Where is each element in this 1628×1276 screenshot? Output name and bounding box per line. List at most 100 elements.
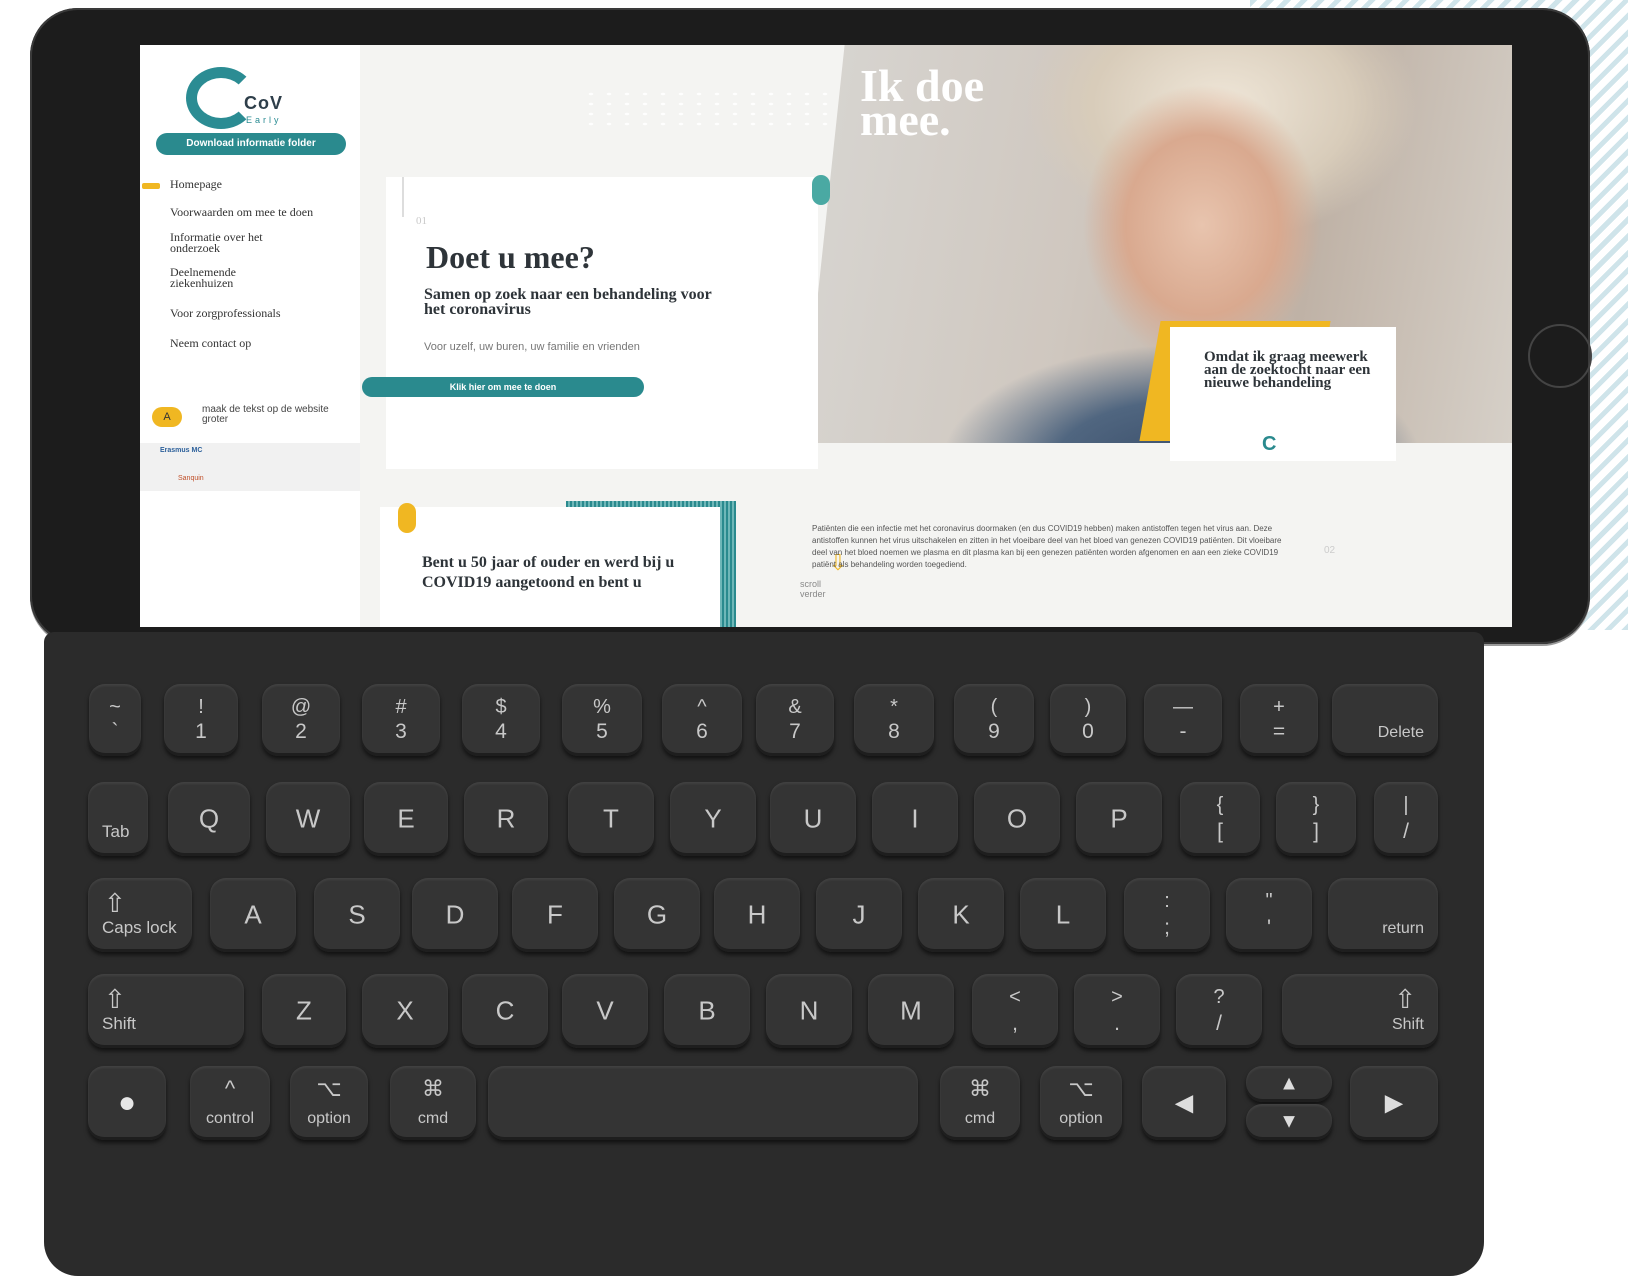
key-quote[interactable]: " ' [1226, 878, 1312, 952]
hero-photo-title: Ik doe mee. [860, 63, 984, 143]
nav-item-ziekenhuizen[interactable]: Deelnemende ziekenhuizen [140, 265, 280, 290]
key-tab[interactable]: Tab [88, 782, 148, 856]
nav-item-zorgprofessionals[interactable]: Voor zorgprofessionals [140, 307, 360, 319]
key-6[interactable]: ^ 6 [662, 684, 742, 756]
hero-card: 01 Doet u mee? Samen op zoek naar een be… [386, 177, 847, 599]
key-space[interactable] [488, 1066, 918, 1140]
key-y[interactable]: Y [670, 782, 756, 856]
key-right-bracket[interactable]: }] [1276, 782, 1356, 856]
key-8[interactable]: * 8 [854, 684, 934, 756]
key-backtick[interactable]: ~ ` [89, 684, 141, 756]
key-cmd-right[interactable]: ⌘ cmd [940, 1066, 1020, 1140]
key-backslash[interactable]: | / [1374, 782, 1438, 856]
key-h[interactable]: H [714, 878, 800, 952]
key-cmd-left[interactable]: ⌘ cmd [390, 1066, 476, 1140]
quote-logo-icon: C [1262, 433, 1277, 455]
eligibility-card: Bent u 50 jaar of ouder en werd bij u CO… [380, 503, 720, 627]
key-c[interactable]: C [462, 974, 548, 1048]
active-indicator [142, 183, 160, 189]
key-globe[interactable]: ● [88, 1066, 166, 1140]
key-k[interactable]: K [918, 878, 1004, 952]
logo-subtext: Early [246, 115, 282, 125]
quote-card: Omdat ik graag meewerk aan de zoektocht … [1170, 327, 1396, 461]
key-arrow-left[interactable]: ◀ [1142, 1066, 1226, 1140]
text-size-toggle[interactable]: A maak de tekst op de website groter [152, 405, 352, 435]
scroll-label: scroll verder [800, 579, 826, 599]
arrow-down-icon: ▼ [1279, 1110, 1299, 1133]
key-g[interactable]: G [614, 878, 700, 952]
key-q[interactable]: Q [168, 782, 250, 856]
home-button[interactable] [1528, 324, 1592, 388]
key-3[interactable]: #3 [362, 684, 440, 756]
key-shift-left[interactable]: ⇧ Shift [88, 974, 244, 1048]
key-l[interactable]: L [1020, 878, 1106, 952]
key-o[interactable]: O [974, 782, 1060, 856]
key-left-bracket[interactable]: {[ [1180, 782, 1260, 856]
nav-label: Voorwaarden om mee te doen [170, 205, 314, 219]
command-icon: ⌘ [422, 1076, 444, 1101]
key-u[interactable]: U [770, 782, 856, 856]
key-w[interactable]: W [266, 782, 350, 856]
nav-item-contact[interactable]: Neem contact op [140, 337, 360, 349]
key-period[interactable]: >. [1074, 974, 1160, 1048]
key-caps-lock[interactable]: ⇧ Caps lock [88, 878, 192, 952]
key-m[interactable]: M [868, 974, 954, 1048]
key-minus[interactable]: — - [1144, 684, 1222, 756]
download-folder-button[interactable]: Download informatie folder [156, 133, 346, 155]
key-arrow-up[interactable]: ▲ [1246, 1066, 1332, 1102]
nav-label: Homepage [170, 177, 222, 191]
section-number: 02 [1324, 545, 1336, 556]
key-r[interactable]: R [464, 782, 548, 856]
key-i[interactable]: I [872, 782, 958, 856]
key-slash[interactable]: ? / [1176, 974, 1262, 1048]
caps-lock-icon: ⇧ [104, 888, 126, 918]
key-0[interactable]: ) 0 [1050, 684, 1126, 756]
globe-icon: ● [117, 1086, 137, 1119]
key-option-left[interactable]: ⌥ option [290, 1066, 368, 1140]
key-j[interactable]: J [816, 878, 902, 952]
key-z[interactable]: Z [262, 974, 346, 1048]
key-b[interactable]: B [664, 974, 750, 1048]
key-t[interactable]: T [568, 782, 654, 856]
key-v[interactable]: V [562, 974, 648, 1048]
key-control[interactable]: ^ control [190, 1066, 270, 1140]
card-divider [402, 177, 404, 217]
participate-button[interactable]: Klik hier om mee te doen [362, 377, 644, 397]
option-icon: ⌥ [1068, 1076, 1094, 1101]
key-5[interactable]: % 5 [562, 684, 642, 756]
nav-item-homepage[interactable]: Homepage [140, 177, 360, 191]
key-1[interactable]: ! 1 [164, 684, 238, 756]
key-f[interactable]: F [512, 878, 598, 952]
text-size-label: maak de tekst op de website groter [202, 404, 329, 425]
key-n[interactable]: N [766, 974, 852, 1048]
key-semicolon[interactable]: :; [1124, 878, 1210, 952]
nav-label: Deelnemende ziekenhuizen [170, 265, 236, 290]
key-delete[interactable]: Delete [1332, 684, 1438, 756]
nav-item-informatie[interactable]: Informatie over het onderzoek [140, 230, 310, 255]
key-comma[interactable]: <, [972, 974, 1058, 1048]
nav-label: Informatie over het onderzoek [170, 230, 263, 255]
key-return[interactable]: return [1328, 878, 1438, 952]
website-screen: CoV Early Download informatie folder Hom… [140, 45, 1512, 627]
key-2[interactable]: @2 [262, 684, 340, 756]
sanquin-logo: Sanquin [178, 475, 204, 482]
key-a[interactable]: A [210, 878, 296, 952]
arrow-up-icon: ▲ [1279, 1072, 1299, 1095]
key-p[interactable]: P [1076, 782, 1162, 856]
key-s[interactable]: S [314, 878, 400, 952]
key-d[interactable]: D [412, 878, 498, 952]
cov-early-logo[interactable]: CoV Early [186, 67, 306, 129]
key-9[interactable]: (9 [954, 684, 1034, 756]
key-7[interactable]: & 7 [756, 684, 834, 756]
key-equals[interactable]: + = [1240, 684, 1318, 756]
key-option-right[interactable]: ⌥ option [1040, 1066, 1122, 1140]
dot-pattern [582, 89, 832, 129]
key-arrow-down[interactable]: ▼ [1246, 1104, 1332, 1140]
arrow-left-icon: ◀ [1174, 1089, 1194, 1117]
key-e[interactable]: E [364, 782, 448, 856]
key-arrow-right[interactable]: ▶ [1350, 1066, 1438, 1140]
key-shift-right[interactable]: ⇧ Shift [1282, 974, 1438, 1048]
nav-item-voorwaarden[interactable]: Voorwaarden om mee te doen [140, 205, 320, 219]
key-4[interactable]: $4 [462, 684, 540, 756]
key-x[interactable]: X [362, 974, 448, 1048]
